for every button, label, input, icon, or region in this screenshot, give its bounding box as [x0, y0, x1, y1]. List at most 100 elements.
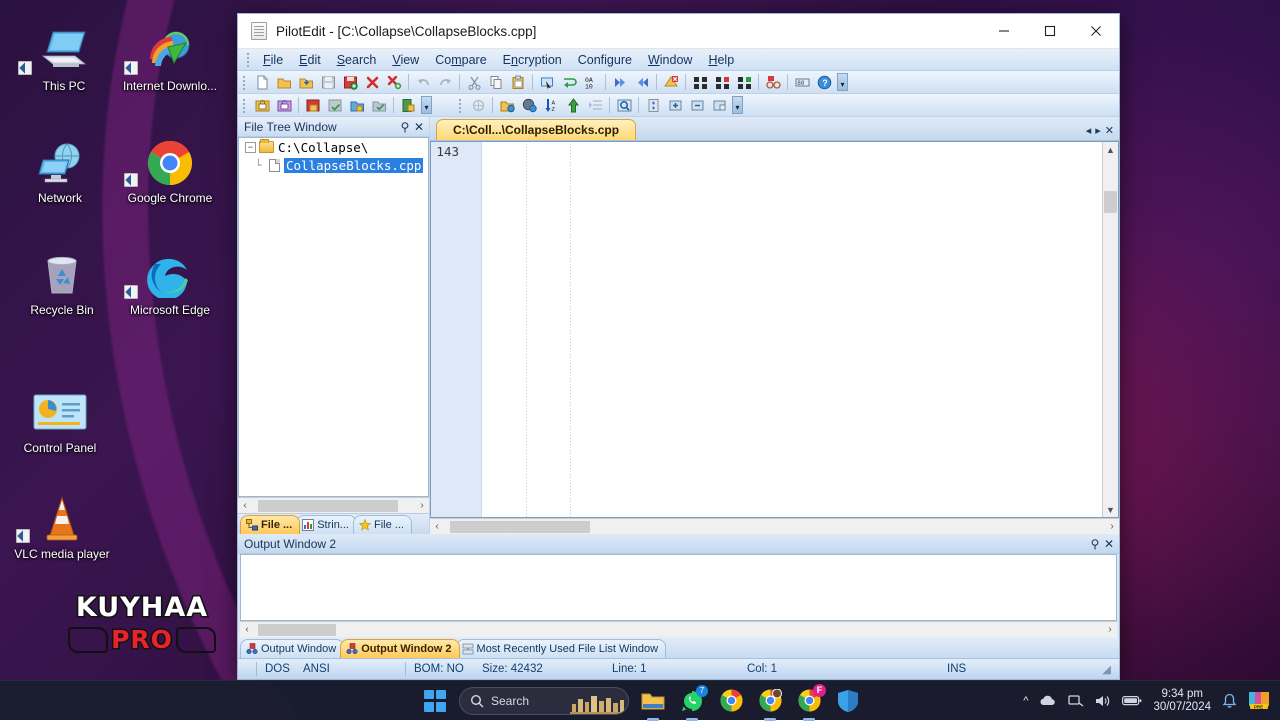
close-button[interactable]: [1073, 14, 1119, 48]
scroll-down-icon[interactable]: ▼: [1103, 502, 1118, 517]
tab-next-icon[interactable]: ▸: [1095, 124, 1101, 137]
editor-tab-collapseblocks[interactable]: C:\Coll...\CollapseBlocks.cpp: [436, 119, 636, 140]
hscroll-thumb[interactable]: [258, 624, 336, 636]
desktop-icon-microsoft-edge[interactable]: Microsoft Edge: [118, 250, 222, 317]
sort-az-button[interactable]: AZ: [541, 95, 561, 115]
menu-file[interactable]: FFileile: [255, 51, 291, 69]
desktop-icon-internet-download-manager[interactable]: Internet Downlo...: [118, 26, 222, 93]
close-icon[interactable]: ✕: [1102, 537, 1116, 551]
tree-row-root[interactable]: − C:\Collapse\: [239, 138, 428, 156]
encrypt-file-button[interactable]: [252, 95, 272, 115]
word-wrap-button[interactable]: [559, 72, 579, 92]
show-whitespace-button[interactable]: 0A10: [581, 72, 601, 92]
file-tree-body[interactable]: − C:\Collapse\ └ CollapseBlocks.cpp: [238, 137, 429, 497]
taskbar-chrome-facebook[interactable]: F: [794, 686, 824, 716]
save-button[interactable]: [318, 72, 338, 92]
start-button[interactable]: [420, 686, 450, 716]
editor-hscrollbar[interactable]: ‹ ›: [430, 518, 1119, 534]
toolbar-overflow-button[interactable]: ▾: [837, 73, 848, 91]
menu-help[interactable]: Help: [700, 51, 742, 69]
menu-search[interactable]: Search: [329, 51, 385, 69]
menu-edit[interactable]: Edit: [291, 51, 329, 69]
code-folding-column[interactable]: [464, 142, 482, 517]
save-as-button[interactable]: [340, 72, 360, 92]
open-file-button[interactable]: [274, 72, 294, 92]
status-encoding[interactable]: ANSI: [295, 663, 405, 675]
taskbar-whatsapp[interactable]: 7: [677, 686, 707, 716]
pin-icon[interactable]: ⚲: [398, 120, 412, 134]
network-icon[interactable]: [1068, 694, 1084, 708]
status-line-ending[interactable]: DOS: [257, 663, 295, 675]
desktop-icon-google-chrome[interactable]: Google Chrome: [118, 138, 222, 205]
indent-button[interactable]: [585, 95, 605, 115]
toolbar-overflow-button[interactable]: ▾: [421, 96, 432, 114]
help-button[interactable]: ?: [814, 72, 834, 92]
hscroll-track[interactable]: [444, 521, 1105, 533]
toolbar-grip-handle[interactable]: [242, 98, 246, 113]
ftp-upload-button[interactable]: [497, 95, 517, 115]
taskbar-file-explorer[interactable]: [638, 686, 668, 716]
encrypt-folder-button[interactable]: [347, 95, 367, 115]
hscroll-track[interactable]: [254, 624, 1103, 636]
desktop-icon-network[interactable]: Network: [8, 138, 112, 205]
vscroll-thumb[interactable]: [1104, 191, 1117, 213]
code-editor-area[interactable]: 143 ▲ ▼: [430, 141, 1119, 518]
desktop-icon-this-pc[interactable]: This PC: [12, 26, 116, 93]
compare-files-button[interactable]: [690, 72, 710, 92]
hex-mode-button[interactable]: 80: [792, 72, 812, 92]
tab-string-list[interactable]: Strin...: [296, 515, 357, 534]
verify-folder-button[interactable]: [369, 95, 389, 115]
copy-button[interactable]: [486, 72, 506, 92]
prev-bookmark-button[interactable]: [632, 72, 652, 92]
pin-icon[interactable]: ⚲: [1088, 537, 1102, 551]
menu-grip-handle[interactable]: [246, 52, 250, 67]
window-titlebar[interactable]: PilotEdit - [C:\Collapse\CollapseBlocks.…: [238, 14, 1119, 49]
new-file-button[interactable]: [252, 72, 272, 92]
menu-encryption[interactable]: Encryption: [495, 51, 570, 69]
hscroll-track[interactable]: [252, 500, 415, 512]
undo-button[interactable]: [413, 72, 433, 92]
tab-prev-icon[interactable]: ◂: [1086, 124, 1092, 137]
ftp-disconnect-button[interactable]: [763, 72, 783, 92]
desktop-icon-control-panel[interactable]: Control Panel: [8, 388, 112, 455]
toolbar-grip-handle[interactable]: [458, 98, 462, 113]
vscroll-track[interactable]: [1103, 157, 1118, 502]
menu-view[interactable]: View: [384, 51, 427, 69]
taskbar-search-box[interactable]: Search: [459, 687, 629, 715]
verify-save-button[interactable]: [325, 95, 345, 115]
expand-button[interactable]: [665, 95, 685, 115]
tab-favorite-files[interactable]: File ...: [353, 515, 412, 534]
scroll-right-icon[interactable]: ›: [415, 500, 429, 511]
find-in-files-button[interactable]: [614, 95, 634, 115]
compare-merge-button[interactable]: [734, 72, 754, 92]
tree-row-file[interactable]: └ CollapseBlocks.cpp: [239, 156, 428, 174]
toolbar-overflow-button[interactable]: ▾: [732, 96, 743, 114]
move-up-button[interactable]: [563, 95, 583, 115]
compare-diff-button[interactable]: [712, 72, 732, 92]
status-insert-mode[interactable]: INS: [939, 663, 974, 675]
ftp-browse-button[interactable]: [519, 95, 539, 115]
taskbar-windows-security[interactable]: [833, 686, 863, 716]
taskbar-chrome-profile[interactable]: [755, 686, 785, 716]
tree-expander-icon[interactable]: −: [245, 142, 256, 153]
tab-file-tree[interactable]: File ...: [240, 515, 300, 534]
close-file-button[interactable]: [362, 72, 382, 92]
hscroll-thumb[interactable]: [450, 521, 590, 533]
collapse-all-button[interactable]: [709, 95, 729, 115]
secure-close-button[interactable]: [398, 95, 418, 115]
maximize-button[interactable]: [1027, 14, 1073, 48]
show-hidden-icons-chevron[interactable]: ^: [1023, 695, 1028, 707]
scroll-right-icon[interactable]: ›: [1105, 521, 1119, 532]
desktop-icon-vlc-media-player[interactable]: VLC media player: [10, 494, 114, 561]
toolbar-grip-handle[interactable]: [242, 75, 246, 90]
desktop-icon-recycle-bin[interactable]: Recycle Bin: [10, 250, 114, 317]
output-text-area[interactable]: [240, 554, 1117, 621]
menu-compare[interactable]: Compare: [427, 51, 494, 69]
cut-button[interactable]: [464, 72, 484, 92]
error-list-button[interactable]: [661, 72, 681, 92]
resize-grip[interactable]: ◢: [1094, 662, 1119, 676]
tab-output-window[interactable]: Output Window: [240, 639, 344, 658]
collapse-button[interactable]: [687, 95, 707, 115]
battery-icon[interactable]: [1122, 694, 1142, 707]
menu-window[interactable]: Window: [640, 51, 700, 69]
